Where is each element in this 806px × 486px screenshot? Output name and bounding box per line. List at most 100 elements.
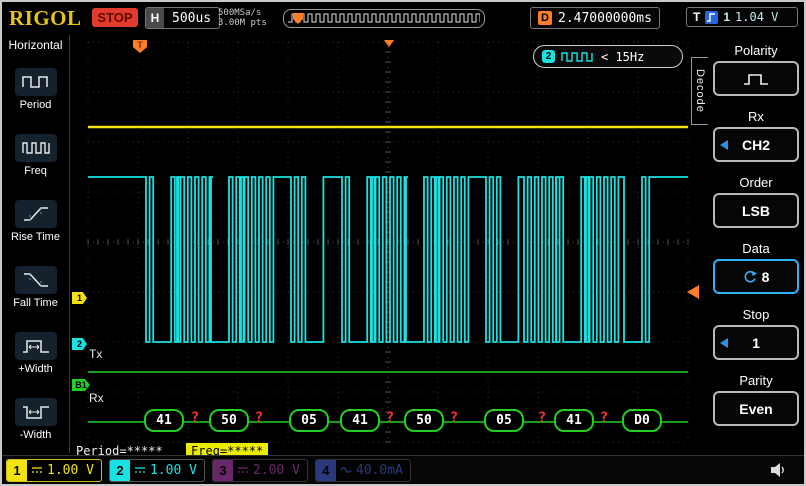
ch4-badge: 4 — [316, 460, 336, 481]
dc-coupling-icon — [237, 465, 249, 475]
decoded-byte: 41 — [144, 409, 184, 432]
polarity-value-box[interactable] — [713, 61, 799, 96]
decoded-byte: 05 — [289, 409, 329, 432]
menu-group-rx[interactable]: Rx CH2 — [708, 109, 804, 162]
ch4-status-box[interactable]: 4 40.0mA — [315, 459, 411, 482]
ch4-scale: 40.0mA — [356, 463, 403, 478]
waveform-display: T 1 2 B1 Tx Rx 2 < 15Hz 41?50?0541?50?05… — [71, 39, 701, 457]
ch3-scale: 2.00 V — [253, 463, 300, 478]
menu-group-polarity[interactable]: Polarity — [708, 43, 804, 96]
dc-coupling-icon — [31, 465, 43, 475]
ch1-scale: 1.00 V — [47, 463, 94, 478]
menu-item-label: Fall Time — [13, 297, 58, 309]
rx-value: CH2 — [742, 137, 770, 153]
menu-group-order[interactable]: Order LSB — [708, 175, 804, 228]
order-value-box[interactable]: LSB — [713, 193, 799, 228]
left-arrow-icon — [720, 338, 728, 348]
menu-item-rise-time[interactable]: Rise Time — [2, 188, 69, 254]
menu-item-label: +Width — [18, 363, 53, 375]
plus-width-icon — [15, 332, 57, 360]
menu-group-parity[interactable]: Parity Even — [708, 373, 804, 426]
rigol-logo: RIGOL — [9, 6, 82, 31]
menu-item-freq[interactable]: Freq — [2, 122, 69, 188]
polarity-waveform-icon — [741, 71, 771, 87]
timebase-value: 500us — [164, 11, 219, 26]
decoded-byte: 41 — [554, 409, 594, 432]
ch1-badge: 1 — [7, 460, 27, 481]
rise-time-icon — [15, 200, 57, 228]
dc-coupling-icon — [134, 465, 146, 475]
data-value-box[interactable]: 8 — [713, 259, 799, 294]
decode-error-mark: ? — [538, 410, 546, 426]
ch2-status-box[interactable]: 2 1.00 V — [109, 459, 205, 482]
period-icon — [15, 68, 57, 96]
decoded-byte: 50 — [404, 409, 444, 432]
parity-value: Even — [739, 401, 772, 417]
decoded-byte: D0 — [622, 409, 662, 432]
decoded-byte: 05 — [484, 409, 524, 432]
horizontal-label: H — [146, 8, 164, 28]
trigger-edge-icon — [705, 11, 718, 24]
decoded-byte: 41 — [340, 409, 380, 432]
acquisition-info: 500MSa/s 3.00M pts — [218, 8, 267, 28]
freq-icon — [15, 134, 57, 162]
rx-signal-label: Rx — [89, 391, 104, 405]
decoded-byte: 50 — [209, 409, 249, 432]
horizontal-measure-menu: Horizontal Period Freq Rise Time Fall Ti… — [2, 35, 70, 453]
menu-item-label: Rise Time — [11, 231, 60, 243]
data-value: 8 — [762, 269, 770, 285]
ch3-status-box[interactable]: 3 2.00 V — [212, 459, 308, 482]
freq-counter-value: < 15Hz — [601, 50, 644, 64]
speaker-icon[interactable] — [770, 462, 788, 478]
memory-depth: 3.00M pts — [218, 18, 267, 28]
decode-error-mark: ? — [386, 410, 394, 426]
freq-counter-channel: 2 — [542, 50, 555, 63]
stop-value: 1 — [752, 335, 760, 351]
ch2-scale: 1.00 V — [150, 463, 197, 478]
channel-status-bar: 1 1.00 V 2 1.00 V 3 2.00 V 4 — [2, 455, 804, 484]
delay-label: D — [538, 11, 552, 25]
menu-item-label: -Width — [20, 429, 52, 441]
delay-value: 2.47000000ms — [558, 11, 652, 26]
trigger-level-value: 1.04 V — [735, 10, 778, 24]
ch2-badge: 2 — [110, 460, 130, 481]
stop-value-box[interactable]: 1 — [713, 325, 799, 360]
ac-coupling-icon — [340, 465, 352, 475]
rx-value-box[interactable]: CH2 — [713, 127, 799, 162]
waveform-overview-icon — [286, 11, 480, 25]
trigger-label: T — [693, 10, 700, 24]
decode-menu-tab[interactable]: Decode — [691, 57, 709, 125]
square-wave-icon — [561, 51, 595, 63]
menu-item-label: Period — [20, 99, 52, 111]
menu-item-period[interactable]: Period — [2, 56, 69, 122]
rotate-knob-icon — [743, 270, 757, 284]
delay-reference-marker — [384, 40, 394, 47]
menu-group-data[interactable]: Data 8 — [708, 241, 804, 294]
menu-group-title: Polarity — [708, 43, 804, 60]
ch1-status-box[interactable]: 1 1.00 V — [6, 459, 102, 482]
left-menu-title: Horizontal — [2, 38, 69, 56]
menu-group-title: Data — [708, 241, 804, 258]
order-value: LSB — [742, 203, 770, 219]
decode-error-mark: ? — [255, 410, 263, 426]
menu-group-title: Stop — [708, 307, 804, 324]
waveform-plot — [71, 39, 701, 457]
delay-readout: D 2.47000000ms — [530, 7, 660, 29]
menu-item-minus-width[interactable]: -Width — [2, 387, 69, 453]
menu-group-title: Parity — [708, 373, 804, 390]
menu-item-fall-time[interactable]: Fall Time — [2, 255, 69, 321]
trigger-readout: T 1 1.04 V — [686, 7, 798, 27]
menu-group-title: Order — [708, 175, 804, 192]
menu-item-plus-width[interactable]: +Width — [2, 321, 69, 387]
run-state-badge[interactable]: STOP — [92, 8, 138, 27]
minus-width-icon — [15, 398, 57, 426]
menu-item-label: Freq — [24, 165, 47, 177]
decode-error-mark: ? — [600, 410, 608, 426]
parity-value-box[interactable]: Even — [713, 391, 799, 426]
trigger-position-bar[interactable] — [283, 9, 485, 28]
trigger-level-marker[interactable] — [687, 285, 699, 299]
tx-signal-label: Tx — [89, 347, 102, 361]
top-status-bar: RIGOL STOP H 500us 500MSa/s 3.00M pts D … — [2, 2, 804, 35]
menu-group-stop[interactable]: Stop 1 — [708, 307, 804, 360]
trigger-source: 1 — [723, 10, 730, 24]
